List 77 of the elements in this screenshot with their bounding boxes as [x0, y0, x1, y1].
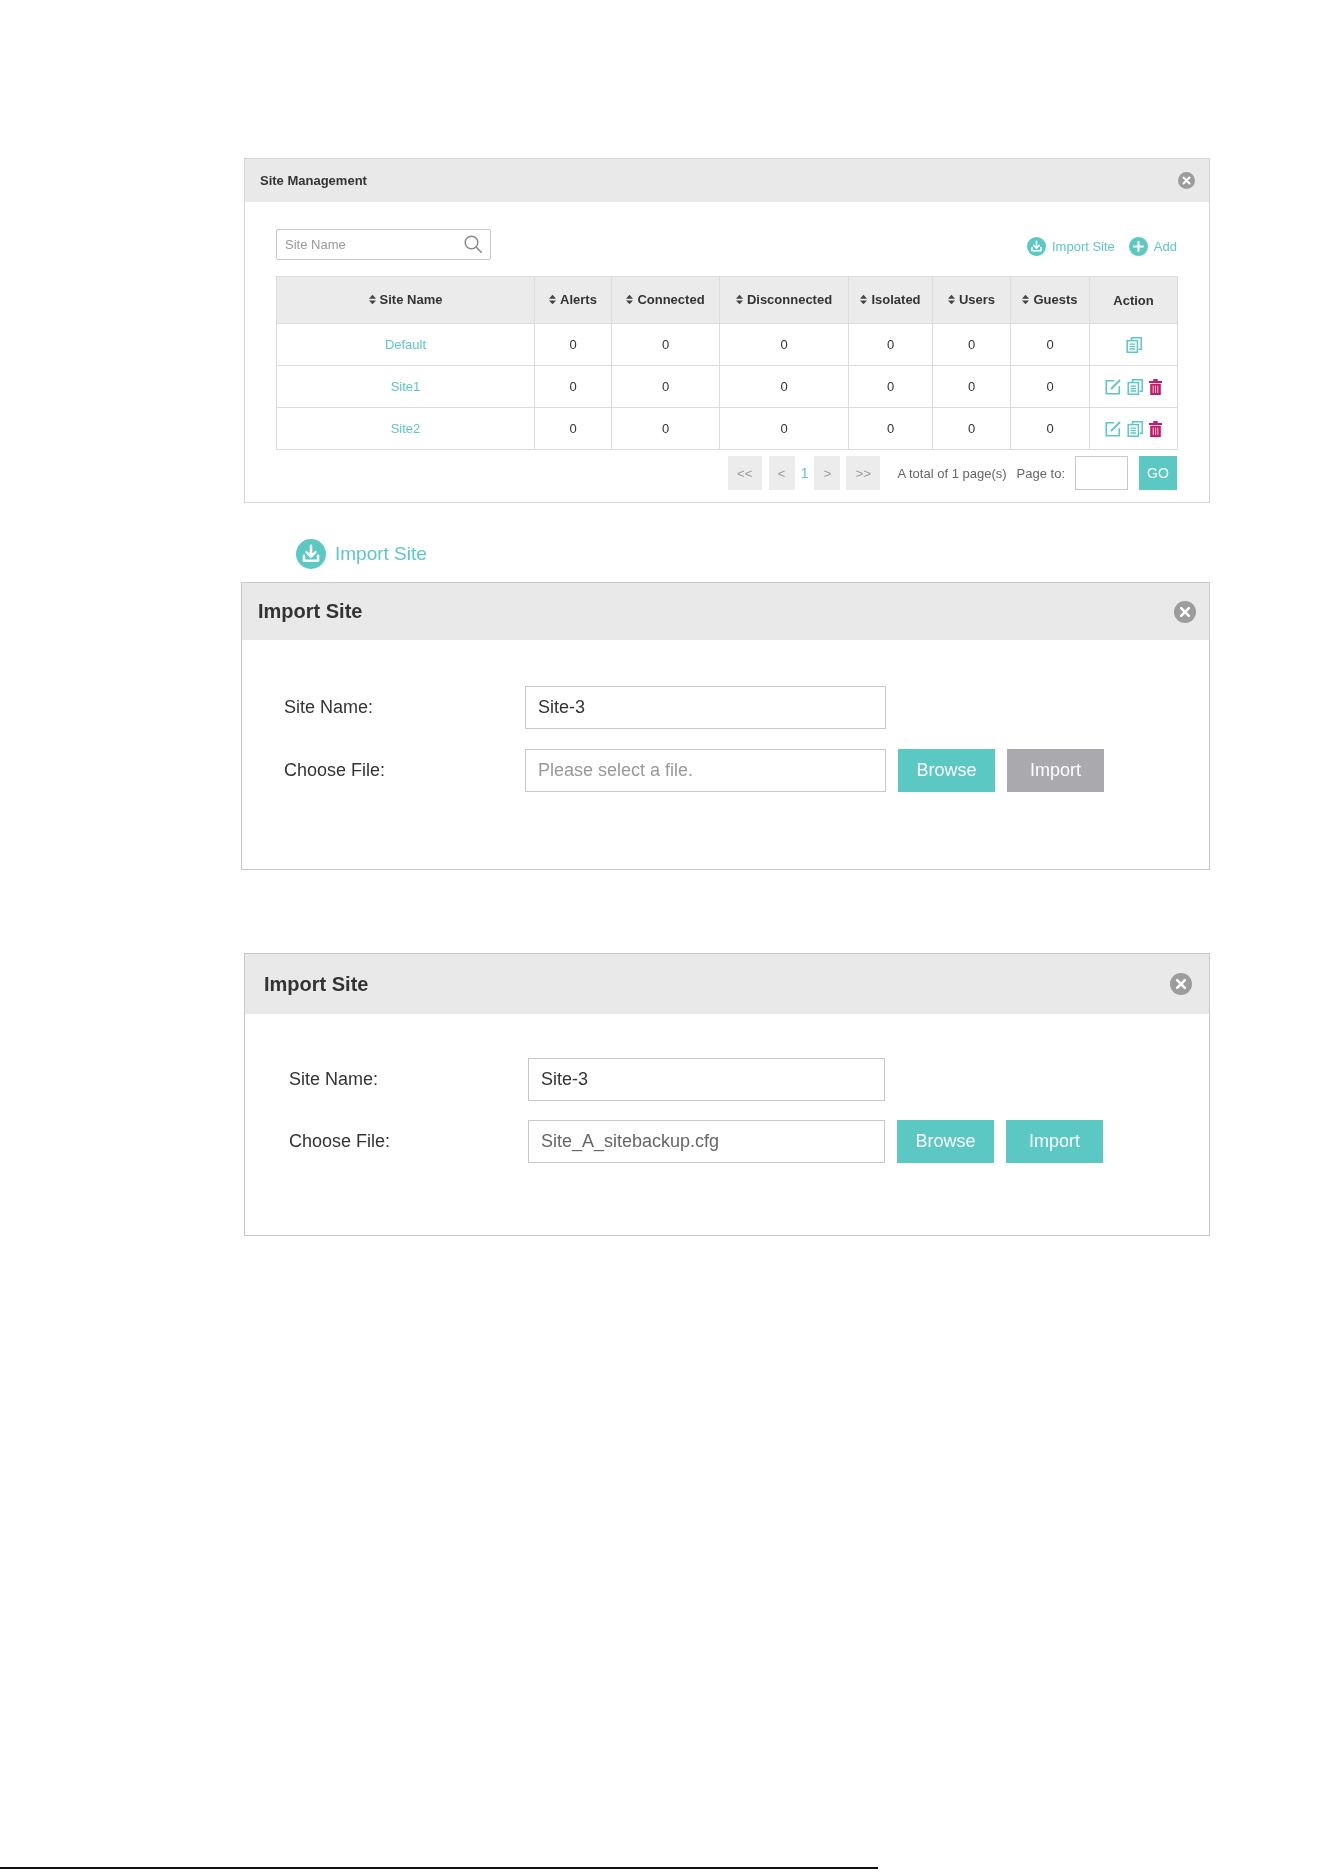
table-cell: 0 — [932, 407, 1011, 450]
file-input[interactable]: Site_A_sitebackup.cfg — [528, 1120, 885, 1163]
column-header[interactable]: Connected — [611, 276, 720, 324]
column-header[interactable]: Users — [932, 276, 1011, 324]
table-cell: 0 — [1010, 323, 1090, 366]
dialog-title: Import Site — [258, 600, 363, 623]
text-input[interactable]: Site-3 — [528, 1058, 885, 1101]
import-site-link[interactable]: Import Site — [296, 539, 427, 569]
dialog-title: Import Site — [264, 972, 369, 996]
page-to-label: Page to: — [1016, 465, 1065, 481]
table-cell: 0 — [719, 365, 849, 408]
panel-title: Site Management — [260, 173, 367, 188]
table-cell: 0 — [848, 407, 933, 450]
browse-button[interactable]: Browse — [898, 749, 995, 792]
last-page-button[interactable]: >> — [846, 456, 881, 490]
column-header[interactable]: Disconnected — [719, 276, 849, 324]
browse-button[interactable]: Browse — [897, 1120, 994, 1163]
table-cell: 0 — [719, 323, 849, 366]
table-cell: 0 — [611, 407, 720, 450]
file-input[interactable]: Please select a file. — [525, 749, 886, 792]
table-cell: 0 — [1010, 365, 1090, 408]
table-cell: 0 — [534, 365, 612, 408]
copy-icon[interactable] — [1127, 420, 1143, 437]
table-cell: 0 — [534, 407, 612, 450]
sort-icon[interactable] — [735, 294, 743, 305]
sort-icon[interactable] — [549, 294, 557, 305]
site-name-link[interactable]: Site1 — [390, 379, 421, 394]
column-header[interactable]: Site Name — [276, 276, 535, 324]
field-label: Choose File: — [289, 1131, 392, 1152]
page-link[interactable]: 1 — [800, 465, 809, 481]
sort-icon[interactable] — [1022, 294, 1030, 305]
field-label: Site Name: — [289, 1069, 380, 1090]
page-input[interactable] — [1075, 456, 1128, 490]
close-icon[interactable] — [1178, 172, 1195, 189]
trash-icon[interactable] — [1149, 420, 1162, 437]
close-icon[interactable] — [1174, 600, 1196, 623]
site-name-link[interactable]: Site2 — [390, 421, 421, 436]
download-icon — [1027, 237, 1046, 256]
page-total-text: A total of 1 page(s) — [897, 465, 1007, 481]
sort-icon[interactable] — [626, 294, 634, 305]
column-header: Action — [1089, 276, 1178, 324]
next-page-button[interactable]: > — [814, 456, 841, 490]
table-cell: 0 — [848, 323, 933, 366]
table-cell: 0 — [848, 365, 933, 408]
go-button[interactable]: GO — [1139, 456, 1177, 490]
table-cell: 0 — [611, 323, 720, 366]
table-cell: 0 — [1010, 407, 1090, 450]
plus-icon — [1128, 237, 1148, 256]
import-site-link[interactable]: Import Site — [1027, 237, 1115, 256]
download-icon — [296, 539, 326, 569]
field-label: Choose File: — [284, 760, 387, 781]
text-input[interactable]: Site-3 — [525, 686, 886, 729]
search-icon[interactable] — [464, 235, 482, 253]
field-label: Site Name: — [284, 697, 375, 718]
search-field[interactable]: Site Name — [276, 229, 491, 260]
first-page-button[interactable]: << — [727, 456, 762, 490]
column-header[interactable]: Alerts — [534, 276, 612, 324]
column-header[interactable]: Guests — [1010, 276, 1090, 324]
edit-icon[interactable] — [1105, 420, 1121, 437]
table-cell: 0 — [932, 323, 1011, 366]
sort-icon[interactable] — [947, 294, 955, 305]
copy-icon[interactable] — [1127, 378, 1143, 395]
table-cell: 0 — [534, 323, 612, 366]
edit-icon[interactable] — [1105, 378, 1121, 395]
add-link[interactable]: Add — [1128, 237, 1177, 256]
import-button[interactable]: Import — [1006, 1120, 1103, 1163]
trash-icon[interactable] — [1149, 378, 1162, 395]
table-cell: 0 — [611, 365, 720, 408]
sort-icon[interactable] — [368, 294, 376, 305]
sort-icon[interactable] — [860, 294, 868, 305]
previous-page-button[interactable]: < — [768, 456, 795, 490]
copy-icon[interactable] — [1125, 336, 1142, 353]
table-cell: 0 — [719, 407, 849, 450]
site-name-link[interactable]: Default — [384, 337, 427, 352]
column-header[interactable]: Isolated — [848, 276, 933, 324]
close-icon[interactable] — [1170, 973, 1192, 995]
table-cell: 0 — [932, 365, 1011, 408]
